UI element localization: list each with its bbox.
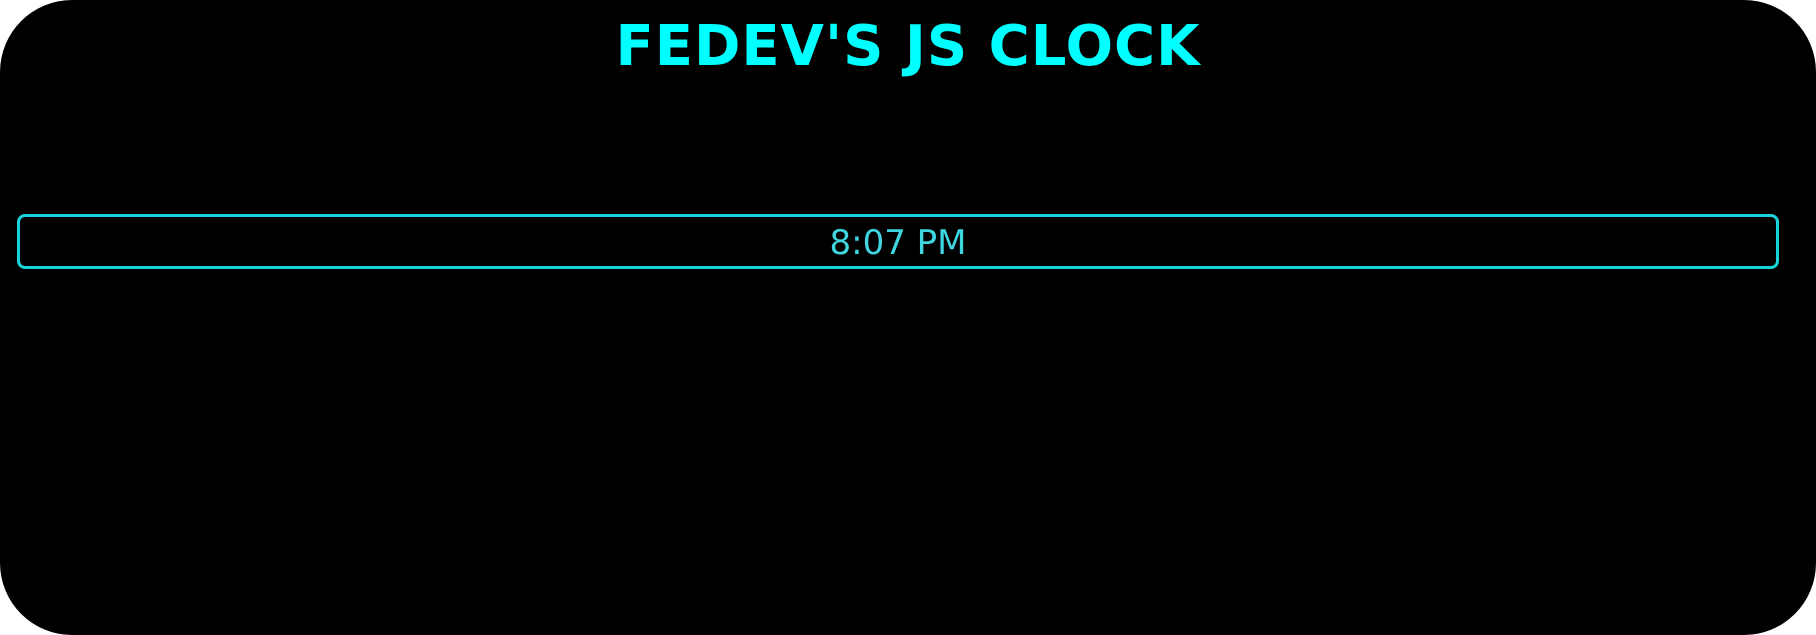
clock-display: 8:07 PM bbox=[17, 214, 1779, 269]
app-window: FEDEV'S JS CLOCK 8:07 PM bbox=[0, 0, 1816, 635]
page-title: FEDEV'S JS CLOCK bbox=[615, 14, 1201, 79]
clock-time: 8:07 PM bbox=[829, 222, 967, 263]
